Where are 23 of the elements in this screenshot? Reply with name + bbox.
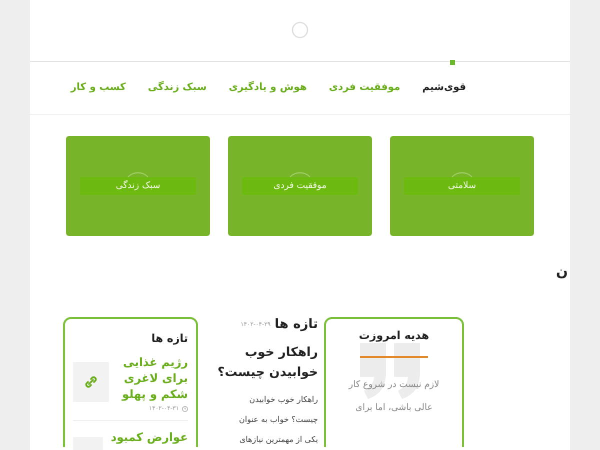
widget-title: هدیه امروزت bbox=[358, 329, 430, 342]
nav-link[interactable]: قوی‌شیم bbox=[422, 82, 466, 94]
category-card[interactable]: سلامتی bbox=[390, 136, 534, 236]
category-label: سبک زندگی bbox=[80, 177, 196, 195]
widget-title: تازه ها bbox=[151, 332, 188, 345]
category-card[interactable]: سبک زندگی bbox=[66, 136, 210, 236]
post-title[interactable]: راهکار خوب خوابیدن چیست؟ bbox=[204, 342, 318, 382]
nav-link[interactable]: هوش و یادگیری bbox=[228, 82, 307, 94]
section-heading: ن bbox=[556, 264, 568, 276]
post-excerpt: راهکار خوب خوابیدن bbox=[248, 394, 318, 406]
nav-link[interactable]: سبک زندگی bbox=[148, 82, 207, 94]
category-card[interactable]: موفقیت فردی bbox=[228, 136, 372, 236]
nav-link[interactable]: کسب و کار bbox=[70, 82, 126, 94]
category-label: سلامتی bbox=[404, 177, 520, 195]
quote-text: عالی باشی، اما برای bbox=[355, 402, 433, 415]
post-excerpt: یکی از مهمترین نیازهای bbox=[238, 434, 318, 446]
post-excerpt: چیست؟ خواب به عنوان bbox=[238, 414, 318, 426]
nav-link[interactable]: موفقیت فردی bbox=[328, 82, 400, 94]
post-title[interactable]: عوارض کمبود bbox=[110, 429, 188, 445]
section-heading: تازه ها bbox=[274, 317, 318, 332]
quote-text: لازم نیست در شروع کار bbox=[348, 379, 440, 392]
category-label: موفقیت فردی bbox=[242, 177, 358, 195]
post-title[interactable]: رژیم غذایی برای لاغری شکم و پهلو bbox=[116, 354, 188, 402]
